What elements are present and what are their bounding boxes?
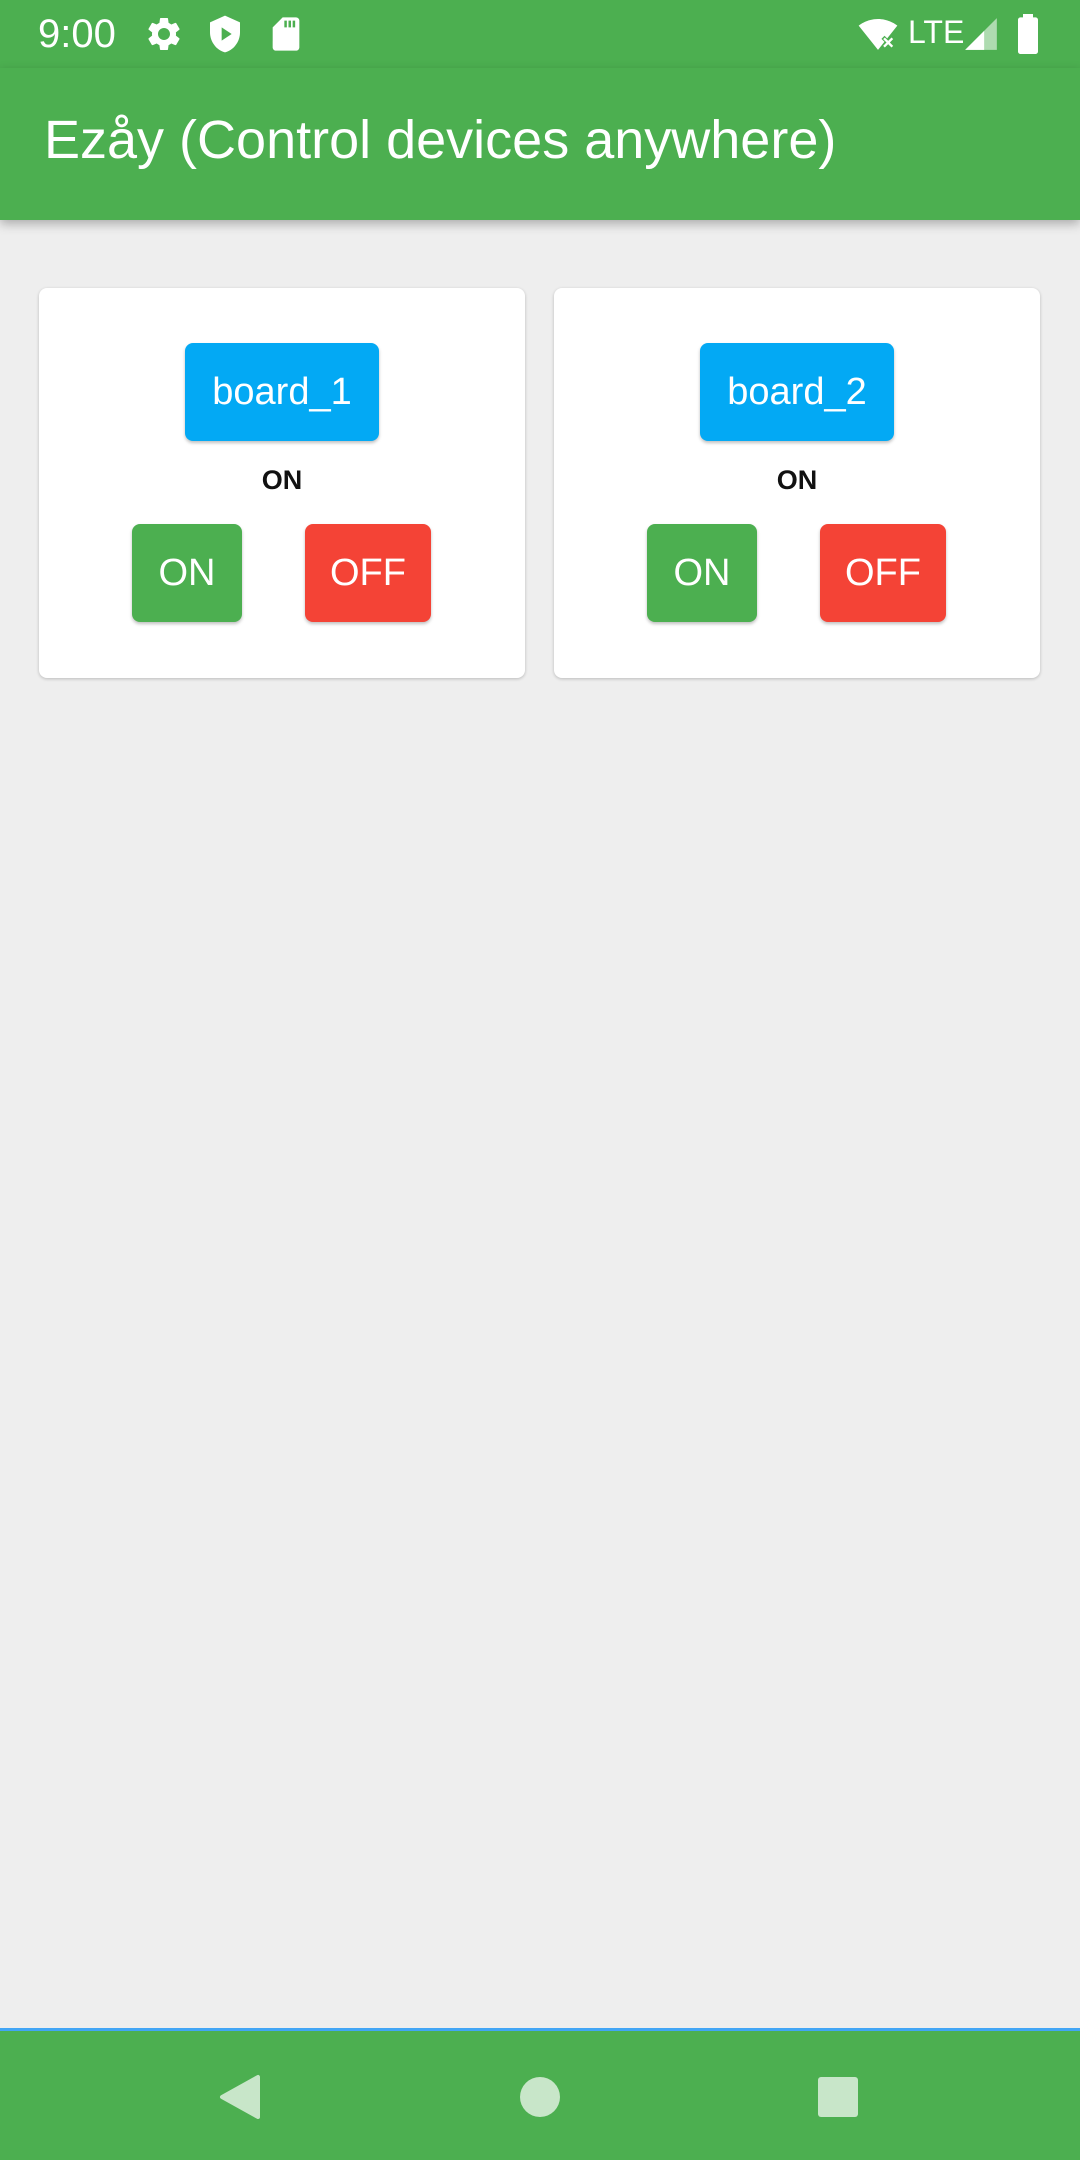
board-name-button[interactable]: board_1 — [185, 343, 379, 441]
app-title: Ezåy (Control devices anywhere) — [44, 110, 837, 170]
navigation-bar — [0, 2028, 1080, 2160]
status-time: 9:00 — [38, 12, 116, 56]
recents-icon[interactable] — [816, 2075, 860, 2119]
signal-icon — [965, 18, 997, 50]
board-state-label: ON — [261, 465, 303, 495]
turn-on-button[interactable]: ON — [132, 524, 242, 622]
network-type: LTE — [908, 14, 965, 50]
turn-off-button[interactable]: OFF — [305, 524, 431, 622]
board-state-label: ON — [776, 465, 818, 495]
shield-play-icon — [210, 15, 240, 53]
status-bar: 9:00 LTE — [0, 0, 1080, 68]
home-icon[interactable] — [518, 2075, 562, 2119]
turn-on-button[interactable]: ON — [647, 524, 757, 622]
wifi-off-icon — [858, 19, 898, 50]
board-name-button[interactable]: board_2 — [700, 343, 894, 441]
turn-off-button[interactable]: OFF — [820, 524, 946, 622]
back-icon[interactable] — [216, 2073, 264, 2121]
board-card: board_2 ON ON OFF — [554, 288, 1040, 678]
sd-card-icon — [272, 17, 300, 51]
app-bar: Ezåy (Control devices anywhere) — [0, 68, 1080, 220]
battery-icon — [1018, 14, 1038, 54]
settings-icon — [148, 17, 180, 50]
board-card: board_1 ON ON OFF — [39, 288, 525, 678]
